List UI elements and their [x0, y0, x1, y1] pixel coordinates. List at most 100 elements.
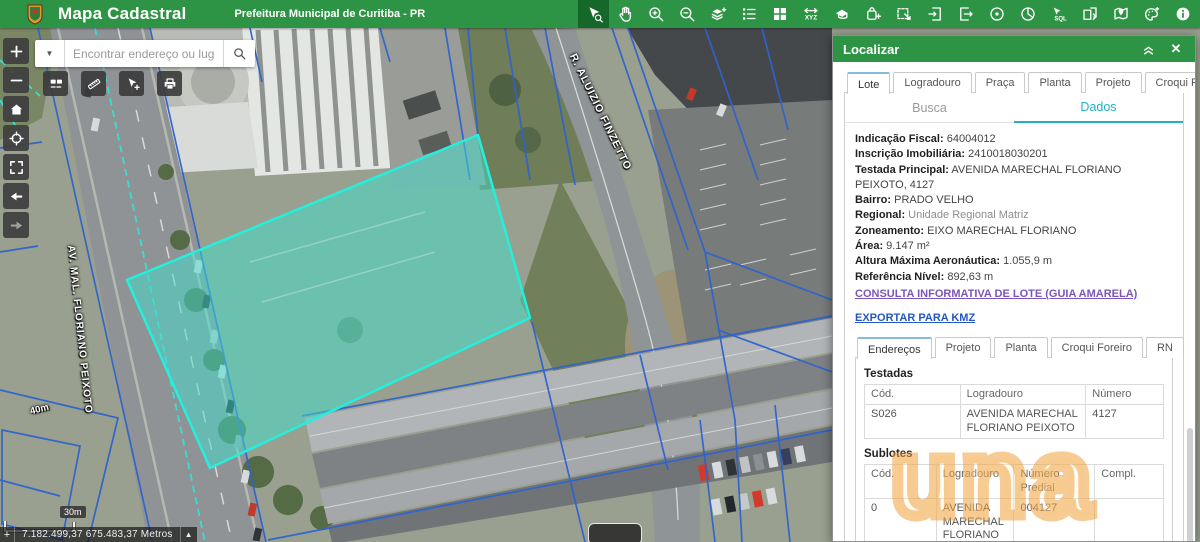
panel-title: Localizar: [843, 42, 899, 57]
tab-logradouro[interactable]: Logradouro: [893, 72, 971, 93]
zoom-out-tool-icon[interactable]: [671, 0, 702, 28]
table-cell: AVENIDA MARECHAL FLORIANO PEIXOTO: [936, 499, 1014, 542]
table-row[interactable]: S026AVENIDA MARECHAL FLORIANO PEIXOTO412…: [865, 405, 1164, 439]
coordinates-readout: 7.182.499,37 675.483,37 Metros: [15, 527, 180, 542]
lot-details: Indicação Fiscal: 64004012Inscrição Imob…: [845, 123, 1183, 285]
table-cell: 0: [865, 499, 937, 542]
info-icon[interactable]: [1167, 0, 1198, 28]
inner-tabs: EndereçosProjetoPlantaCroqui ForeiroRN: [855, 337, 1173, 358]
locate-button[interactable]: [3, 125, 29, 151]
column-header: Logradouro: [936, 465, 1014, 499]
export-icon[interactable]: [950, 0, 981, 28]
print-button[interactable]: [157, 71, 182, 96]
sublotes-table: Cód.LogradouroNúmero PredialCompl.0AVENI…: [864, 464, 1164, 542]
fullscreen-button[interactable]: [3, 154, 29, 180]
column-header: Cód.: [865, 384, 961, 405]
search-icon[interactable]: [223, 40, 255, 67]
column-header: Cód.: [865, 465, 937, 499]
panel-tabs: LoteLogradouroPraçaPlantaProjetoCroqui F…: [844, 72, 1184, 93]
guia-amarela-link[interactable]: CONSULTA INFORMATIVA DE LOTE (GUIA AMARE…: [855, 288, 1173, 300]
subtab-dados[interactable]: Dados: [1014, 93, 1183, 123]
xyz-coordinates-icon[interactable]: XYZ: [795, 0, 826, 28]
add-layers-icon[interactable]: [702, 0, 733, 28]
detail-line: Indicação Fiscal: 64004012: [855, 132, 1173, 147]
column-header: Número Predial: [1014, 465, 1095, 499]
sublotes-heading: Sublotes: [864, 448, 1164, 460]
zoom-out-button[interactable]: [3, 67, 29, 93]
app-header: Mapa Cadastral Prefeitura Municipal de C…: [0, 0, 1200, 28]
coordinates-bar: + 7.182.499,37 675.483,37 Metros ▲: [0, 527, 197, 542]
panel-scrollbar[interactable]: [1187, 428, 1193, 542]
header-toolbar: XYZ SQL: [578, 0, 1198, 28]
coordinates-collapse-button[interactable]: ▲: [180, 527, 197, 542]
inner-tab-enderecos[interactable]: Endereços: [857, 337, 932, 359]
subtab-busca[interactable]: Busca: [845, 93, 1014, 123]
panel-links: CONSULTA INFORMATIVA DE LOTE (GUIA AMARE…: [845, 288, 1183, 324]
coordinates-settings-button[interactable]: +: [0, 527, 15, 542]
close-panel-icon[interactable]: ✕: [1167, 41, 1185, 57]
app-window: AV. MAL. FLORIANO PEIXOTO R. ALUIZIO FIN…: [0, 0, 1200, 542]
inner-tab-rn[interactable]: RN: [1146, 337, 1184, 358]
table-cell: [1095, 499, 1164, 542]
sql-query-icon[interactable]: SQL: [1043, 0, 1074, 28]
swipe-layers-icon[interactable]: [1074, 0, 1105, 28]
localizar-panel: Localizar ✕ LoteLogradouroPraçaPlantaPro…: [832, 35, 1196, 542]
app-title: Mapa Cadastral: [58, 4, 186, 24]
theme-settings-icon[interactable]: [1136, 0, 1167, 28]
tab-croqui-foreiro[interactable]: Croqui Foreiro: [1145, 72, 1196, 93]
table-cell: S026: [865, 405, 961, 439]
identify-add-button[interactable]: [119, 71, 144, 96]
testadas-table: Cód.LogradouroNúmeroS026AVENIDA MARECHAL…: [864, 384, 1164, 440]
search-input[interactable]: [65, 40, 223, 67]
detail-line: Testada Principal: AVENIDA MARECHAL FLOR…: [855, 163, 1173, 194]
tab-planta[interactable]: Planta: [1028, 72, 1081, 93]
pan-tool-icon[interactable]: [609, 0, 640, 28]
svg-text:XYZ: XYZ: [804, 15, 816, 22]
detail-line: Altura Máxima Aeronáutica: 1.055,9 m: [855, 254, 1173, 269]
tab-projeto[interactable]: Projeto: [1085, 72, 1142, 93]
identify-tool-icon[interactable]: [578, 0, 609, 28]
detail-line: Regional: Unidade Regional Matriz: [855, 208, 1173, 223]
home-button[interactable]: [3, 96, 29, 122]
locate-address-icon[interactable]: [1105, 0, 1136, 28]
column-header: Número: [1086, 384, 1164, 405]
add-data-icon[interactable]: [857, 0, 888, 28]
detail-line: Área: 9.147 m²: [855, 239, 1173, 254]
exportar-kmz-link[interactable]: EXPORTAR PARA KMZ: [855, 312, 1173, 324]
basemap-gallery-icon[interactable]: [764, 0, 795, 28]
table-cell: 004127: [1014, 499, 1095, 542]
inner-tab-projeto[interactable]: Projeto: [935, 337, 992, 358]
map-zoom-controls: [3, 38, 29, 241]
table-row[interactable]: 0AVENIDA MARECHAL FLORIANO PEIXOTO004127: [865, 499, 1164, 542]
inner-tab-croqui-foreiro[interactable]: Croqui Foreiro: [1051, 337, 1143, 358]
svg-text:SQL: SQL: [1054, 16, 1067, 22]
basemap-toggle-button[interactable]: [43, 71, 68, 96]
panel-header[interactable]: Localizar ✕: [833, 36, 1195, 62]
zoom-in-tool-icon[interactable]: [640, 0, 671, 28]
import-icon[interactable]: [919, 0, 950, 28]
measure-button[interactable]: [81, 71, 106, 96]
testadas-heading: Testadas: [864, 368, 1164, 380]
collapse-panel-icon[interactable]: [1139, 41, 1157, 57]
select-extent-icon[interactable]: [888, 0, 919, 28]
attribution-widget[interactable]: [588, 523, 642, 542]
tab-lote[interactable]: Lote: [847, 72, 890, 94]
inner-tab-planta[interactable]: Planta: [994, 337, 1047, 358]
curitiba-crest-logo: [26, 3, 44, 25]
map-tools: [43, 71, 182, 96]
table-cell: AVENIDA MARECHAL FLORIANO PEIXOTO: [960, 405, 1086, 439]
zoom-in-button[interactable]: [3, 38, 29, 64]
legend-icon[interactable]: [733, 0, 764, 28]
buffer-icon[interactable]: [981, 0, 1012, 28]
panel-subtabs: BuscaDados: [845, 93, 1183, 123]
tab-praca[interactable]: Praça: [975, 72, 1026, 93]
app-subtitle: Prefeitura Municipal de Curitiba - PR: [234, 8, 425, 20]
search-source-dropdown[interactable]: ▼: [35, 40, 65, 67]
detail-line: Referência Nível: 892,63 m: [855, 270, 1173, 285]
charts-icon[interactable]: [1012, 0, 1043, 28]
search-bar: ▼: [35, 40, 255, 67]
back-button[interactable]: [3, 183, 29, 209]
detail-line: Inscrição Imobiliária: 2410018030201: [855, 147, 1173, 162]
sketch-tool-icon[interactable]: [826, 0, 857, 28]
column-header: Compl.: [1095, 465, 1164, 499]
